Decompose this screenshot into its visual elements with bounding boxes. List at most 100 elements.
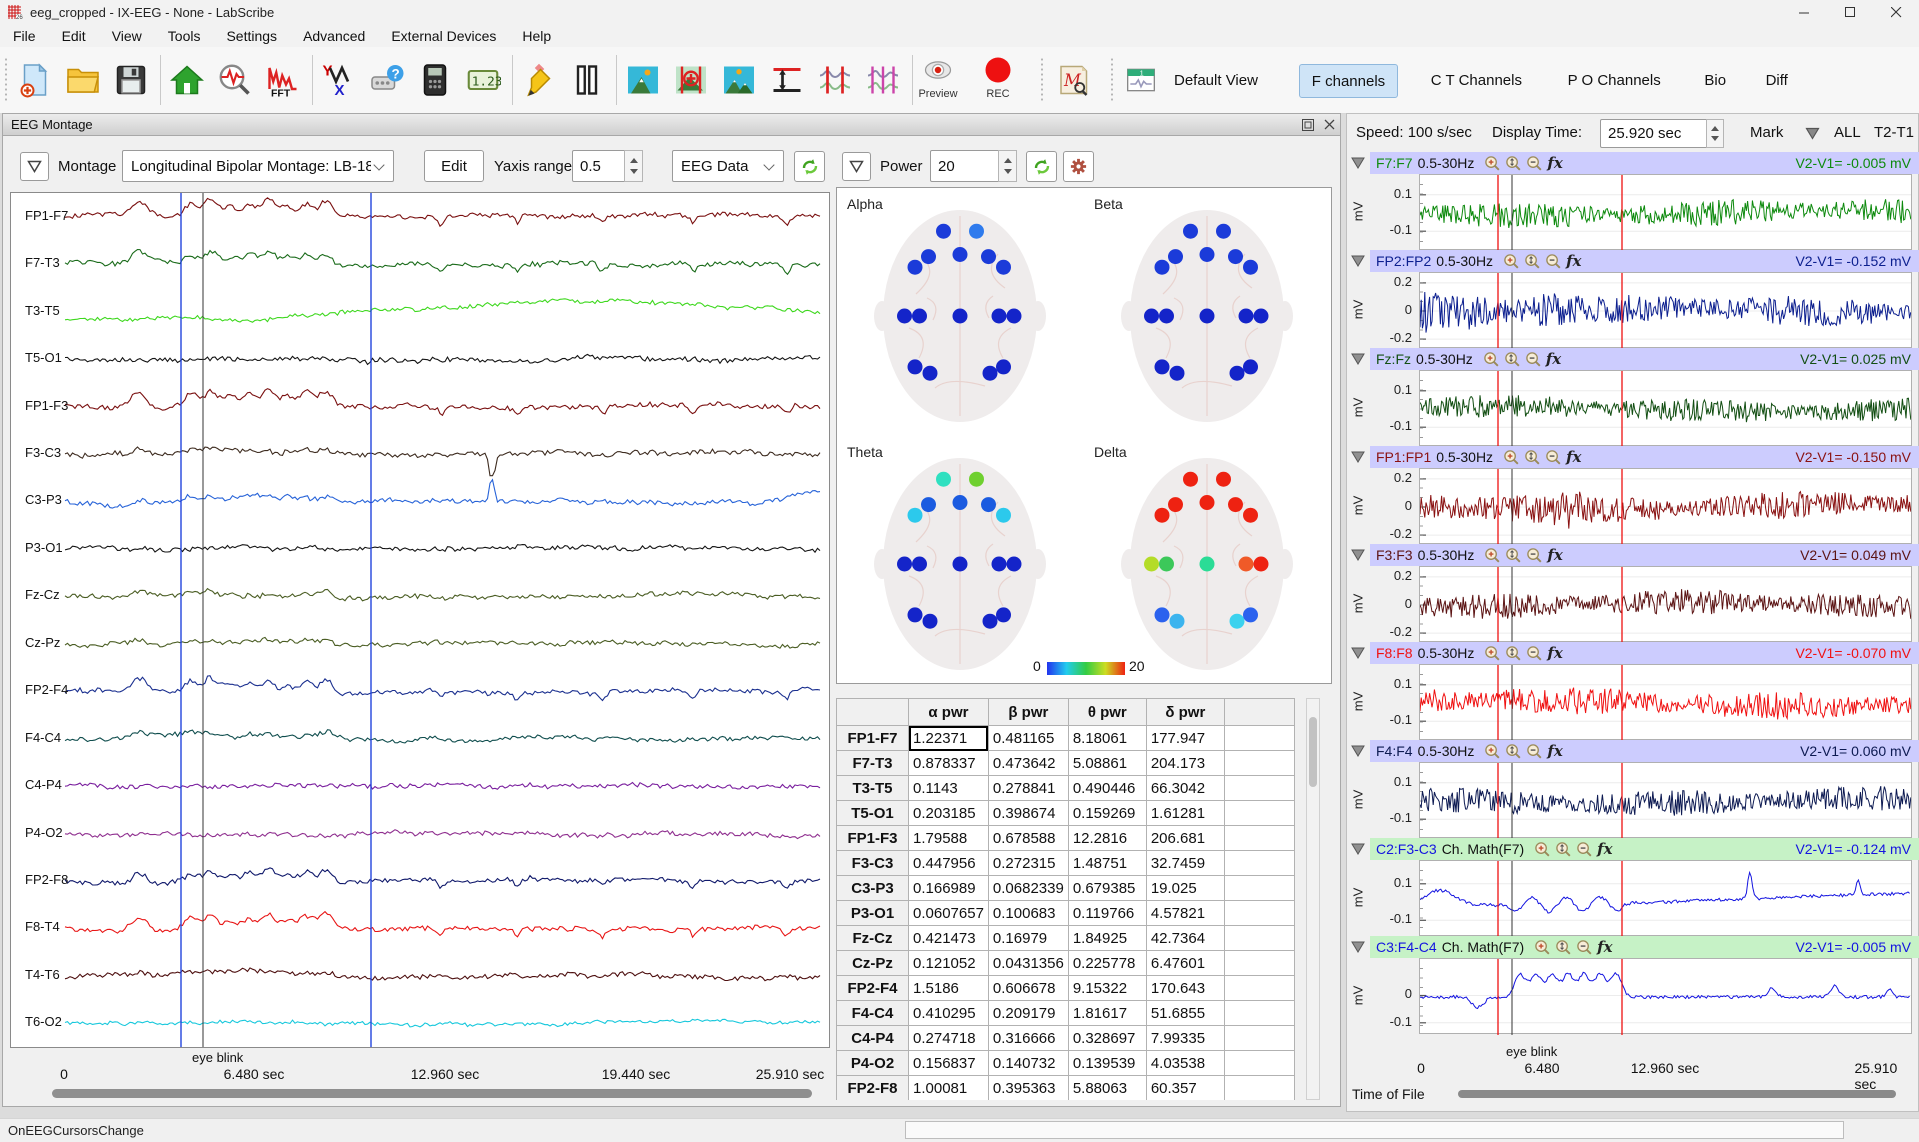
power-spinner[interactable] — [998, 150, 1017, 182]
montage-filter-button[interactable] — [20, 152, 49, 181]
power-cell[interactable]: 0.878337 — [909, 751, 989, 776]
scope-channel-filter-button[interactable] — [1349, 350, 1367, 368]
power-cell[interactable]: 0.159269 — [1068, 801, 1146, 826]
scope-channel-filter-button[interactable] — [1349, 840, 1367, 858]
scope-channel-filter-button[interactable] — [1349, 448, 1367, 466]
power-cell[interactable]: 7.99335 — [1146, 1026, 1224, 1051]
power-cell[interactable]: 51.6855 — [1146, 1001, 1224, 1026]
scope-chart-F8:F8[interactable] — [1419, 664, 1912, 740]
scope-chart-C2:F3-C3[interactable] — [1419, 860, 1912, 936]
power-cell[interactable]: 0.139539 — [1068, 1051, 1146, 1076]
display-time-input[interactable]: 25.920 sec — [1600, 119, 1715, 148]
float-panel-icon[interactable] — [1299, 116, 1316, 133]
power-cell[interactable]: 0.272315 — [988, 851, 1068, 876]
keypad-icon[interactable] — [414, 57, 456, 103]
scope-chart-C3:F4-C4[interactable] — [1419, 958, 1912, 1034]
power-cell[interactable]: 1.79588 — [909, 826, 989, 851]
power-cell[interactable]: 0.278841 — [988, 776, 1068, 801]
zoom-out-icon[interactable] — [1526, 645, 1543, 662]
power-cell[interactable]: 66.3042 — [1146, 776, 1224, 801]
scope-filter-button[interactable] — [1802, 123, 1822, 143]
function-icon[interactable]: fx — [1597, 938, 1612, 956]
zoom-in-icon[interactable] — [1503, 253, 1520, 270]
power-cell[interactable]: 12.2816 — [1068, 826, 1146, 851]
power-cell[interactable]: 0.328697 — [1068, 1026, 1146, 1051]
power-cell[interactable]: 0.140732 — [988, 1051, 1068, 1076]
menu-help[interactable]: Help — [509, 26, 564, 46]
close-panel-icon[interactable] — [1321, 116, 1338, 133]
zoom-window-icon[interactable] — [622, 57, 664, 103]
yaxis-range-spinner[interactable] — [624, 150, 643, 182]
montage-select[interactable]: Longitudinal Bipolar Montage: LB-18.1 — [122, 150, 394, 182]
data-type-select[interactable]: EEG Data — [672, 150, 784, 182]
power-cell[interactable]: 8.18061 — [1068, 726, 1146, 751]
power-cell[interactable]: 170.643 — [1146, 976, 1224, 1001]
montage-hscrollbar[interactable] — [52, 1089, 812, 1098]
zoom-in-icon[interactable] — [1534, 841, 1551, 858]
menu-edit[interactable]: Edit — [49, 26, 99, 46]
power-cell[interactable]: 42.7364 — [1146, 926, 1224, 951]
zoom-in-icon[interactable] — [1484, 645, 1501, 662]
scope-chart-F3:F3[interactable] — [1419, 566, 1912, 642]
refresh-power-button[interactable] — [1026, 151, 1057, 182]
power-cell[interactable]: 0.121052 — [909, 951, 989, 976]
autoscale-icon[interactable] — [1524, 253, 1541, 270]
new-file-icon[interactable] — [14, 57, 56, 103]
power-cell[interactable]: 5.88063 — [1068, 1076, 1146, 1101]
power-cell[interactable]: 0.209179 — [988, 1001, 1068, 1026]
menu-view[interactable]: View — [99, 26, 155, 46]
power-cell[interactable]: 0.316666 — [988, 1026, 1068, 1051]
zoom-in-icon[interactable] — [1534, 939, 1551, 956]
calculator-icon[interactable]: 1.23 — [462, 57, 504, 103]
xy-plot-icon[interactable]: YX — [318, 57, 360, 103]
scope-channel-filter-button[interactable] — [1349, 546, 1367, 564]
power-cell[interactable]: 9.15322 — [1068, 976, 1146, 1001]
view-button-f-channels[interactable]: F channels — [1299, 64, 1398, 98]
power-cell[interactable]: 0.0682339 — [988, 876, 1068, 901]
amplitude-icon[interactable] — [766, 57, 808, 103]
all-label[interactable]: ALL — [1834, 124, 1861, 141]
toolbar-drag-handle[interactable] — [1040, 57, 1044, 103]
zoom-in-icon[interactable] — [1484, 547, 1501, 564]
function-icon[interactable]: fx — [1547, 742, 1562, 760]
power-cell[interactable]: 0.166989 — [909, 876, 989, 901]
refresh-montage-button[interactable] — [794, 151, 825, 182]
fft-icon[interactable]: FFT — [262, 57, 304, 103]
power-cell[interactable]: 0.679385 — [1068, 876, 1146, 901]
toolbar-drag-handle[interactable] — [1110, 57, 1114, 103]
open-folder-icon[interactable] — [62, 57, 104, 103]
toolbar-drag-handle[interactable] — [4, 57, 8, 103]
montage-plot-area[interactable]: FP1-F7F7-T3T3-T5T5-O1FP1-F3F3-C3C3-P3P3-… — [10, 192, 830, 1048]
scope-channel-filter-button[interactable] — [1349, 938, 1367, 956]
view-button-c-t-channels[interactable]: C T Channels — [1419, 64, 1534, 96]
power-cell[interactable]: 4.03538 — [1146, 1051, 1224, 1076]
zoom-in-icon[interactable] — [1503, 449, 1520, 466]
menu-external-devices[interactable]: External Devices — [378, 26, 509, 46]
scope-chart-F4:F4[interactable] — [1419, 762, 1912, 838]
power-cell[interactable]: 0.203185 — [909, 801, 989, 826]
time-of-file-scrollbar[interactable] — [1458, 1090, 1896, 1098]
power-filter-button[interactable] — [842, 152, 871, 181]
rec-button[interactable]: REC — [972, 55, 1024, 107]
zoom-out-icon[interactable] — [1526, 155, 1543, 172]
scope-chart-FP2:FP2[interactable] — [1419, 272, 1912, 348]
power-cell[interactable]: 0.100683 — [988, 901, 1068, 926]
menu-file[interactable]: File — [0, 26, 49, 46]
minimize-button[interactable] — [1781, 0, 1827, 24]
autoscale-icon[interactable] — [1505, 743, 1522, 760]
power-cell[interactable]: 32.7459 — [1146, 851, 1224, 876]
maximize-button[interactable] — [1827, 0, 1873, 24]
power-cell[interactable]: 0.410295 — [909, 1001, 989, 1026]
function-icon[interactable]: fx — [1547, 644, 1562, 662]
function-icon[interactable]: fx — [1547, 546, 1562, 564]
full-scale-icon[interactable] — [718, 57, 760, 103]
view-button-default-view[interactable]: Default View — [1162, 64, 1270, 96]
zoom-out-icon[interactable] — [1525, 351, 1542, 368]
two-columns-icon[interactable] — [566, 57, 608, 103]
power-cell[interactable]: 0.156837 — [909, 1051, 989, 1076]
power-cell[interactable]: 0.481165 — [988, 726, 1068, 751]
power-cell[interactable]: 206.681 — [1146, 826, 1224, 851]
power-table-vscrollbar[interactable] — [1306, 698, 1320, 1100]
home-icon[interactable] — [166, 57, 208, 103]
function-icon[interactable]: fx — [1566, 252, 1581, 270]
